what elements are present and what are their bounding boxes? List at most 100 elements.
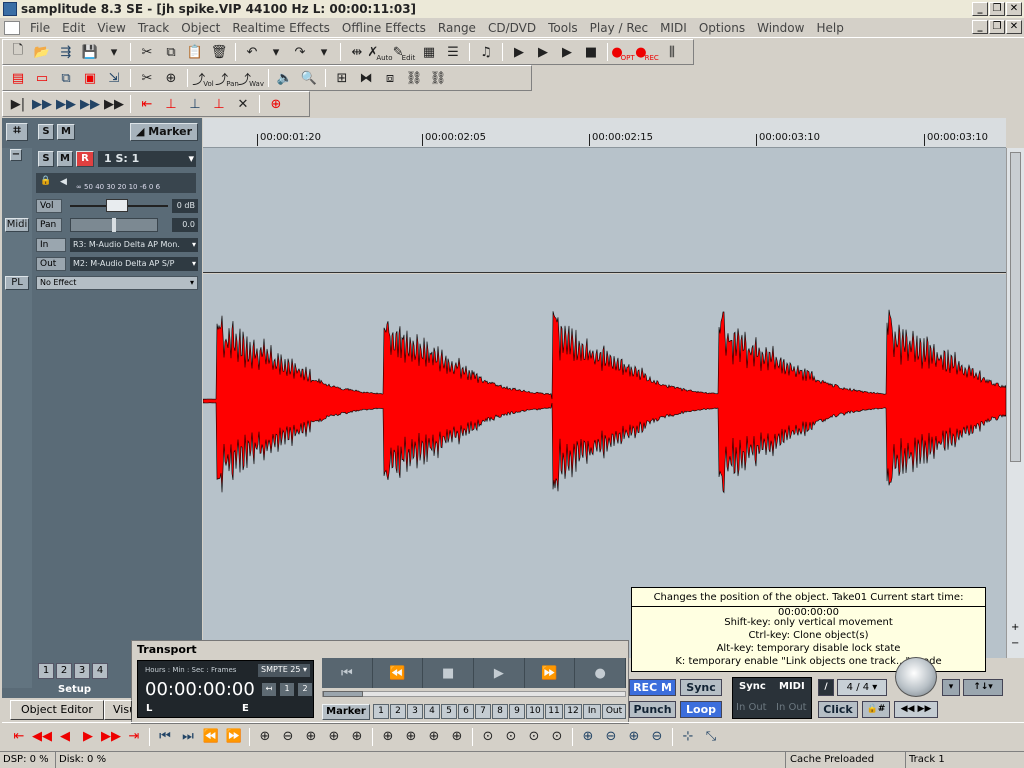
time-ruler[interactable]: 00:00:01:20 00:00:02:05 00:00:02:15 00:0…: [203, 118, 1006, 148]
track-name-box[interactable]: 1 S: 1 ▾: [98, 151, 196, 167]
zoom-1s-preset-icon[interactable]: ⊕: [377, 727, 399, 747]
midi-indicator[interactable]: MIDI: [779, 681, 805, 692]
copy-range-icon[interactable]: ⧉: [55, 68, 77, 88]
menu-object[interactable]: Object: [175, 21, 226, 35]
marker-1-button[interactable]: 1: [373, 704, 389, 719]
zoom-all-icon[interactable]: ⊕: [300, 727, 322, 747]
input-select[interactable]: R3: M-Audio Delta AP Mon. ▾: [70, 238, 198, 252]
zoom-60s-icon[interactable]: ⊕: [423, 727, 445, 747]
zoom-range-icon[interactable]: ⇲: [103, 68, 125, 88]
track-add-icon[interactable]: ⊹: [677, 727, 699, 747]
zoom-s3-icon[interactable]: ⊙: [523, 727, 545, 747]
marker-add-icon[interactable]: ⊕: [265, 94, 287, 114]
menu-cd-dvd[interactable]: CD/DVD: [482, 21, 542, 35]
stop-button[interactable]: ■: [423, 658, 475, 688]
play-sel-icon[interactable]: ▶: [556, 42, 578, 62]
vzoom-all-icon[interactable]: ⊕: [623, 727, 645, 747]
marker-2-button[interactable]: 2: [390, 704, 406, 719]
menu-realtime-effects[interactable]: Realtime Effects: [226, 21, 336, 35]
track-remove-icon[interactable]: ⤡: [700, 727, 722, 747]
jog-wheel[interactable]: [895, 657, 937, 697]
opt-icon[interactable]: ● OPT: [611, 42, 635, 63]
pan-value[interactable]: 0.0: [172, 218, 198, 232]
zoom-s1-icon[interactable]: ⊙: [477, 727, 499, 747]
redo-icon[interactable]: ↷: [289, 42, 311, 62]
marker-prev-icon[interactable]: ⏮: [154, 727, 176, 747]
document-icon[interactable]: [4, 20, 20, 35]
delete-icon[interactable]: 🗑: [208, 42, 230, 62]
scrub-icon[interactable]: 🔍: [298, 68, 320, 88]
loop-button[interactable]: Loop: [680, 701, 722, 718]
mdi-close-button[interactable]: ✕: [1006, 20, 1022, 34]
vertical-scrollbar[interactable]: + −: [1006, 148, 1024, 658]
grid-icon[interactable]: ▦: [418, 42, 440, 62]
play-icon[interactable]: ▶: [508, 42, 530, 62]
display-2-button[interactable]: 2: [298, 683, 312, 696]
goto-end-icon[interactable]: ⇥: [123, 727, 145, 747]
marker-9-button[interactable]: 9: [509, 704, 525, 719]
close-button[interactable]: ✕: [1006, 2, 1022, 16]
redo-dropdown-icon[interactable]: ▾: [313, 42, 335, 62]
fast-fwd-icon[interactable]: ▶▶: [103, 94, 125, 114]
zoom-1s-icon[interactable]: ⊕: [346, 727, 368, 747]
pan-slider-handle[interactable]: [112, 218, 116, 232]
step-back-icon[interactable]: ▶▶: [31, 94, 53, 114]
goto-start-icon[interactable]: ▶|: [7, 94, 29, 114]
edit-icon[interactable]: ✎ Edit: [393, 42, 416, 63]
output-select[interactable]: M2: M-Audio Delta AP S/P ▾: [70, 257, 198, 271]
step-icon[interactable]: ▶▶: [55, 94, 77, 114]
vzoom-in-icon[interactable]: ⊕: [577, 727, 599, 747]
in-marker-button[interactable]: In: [583, 704, 601, 719]
cut-icon[interactable]: ✂: [136, 42, 158, 62]
marker-6-button[interactable]: 6: [458, 704, 474, 719]
open-icon[interactable]: 📂: [31, 42, 53, 62]
display-1-button[interactable]: 1: [280, 683, 294, 696]
menu-offline-effects[interactable]: Offline Effects: [336, 21, 432, 35]
marker-5-button[interactable]: 5: [441, 704, 457, 719]
click-button[interactable]: Click: [818, 701, 858, 718]
grid-toggle-icon[interactable]: ⌗: [6, 123, 28, 141]
object-link-icon[interactable]: ⧓: [355, 68, 377, 88]
punch-button[interactable]: Punch: [629, 701, 676, 718]
zoom-in-icon[interactable]: ⊕: [254, 727, 276, 747]
marker-12-button[interactable]: 12: [564, 704, 582, 719]
marker-next-icon[interactable]: ⏭: [177, 727, 199, 747]
object-grid-icon[interactable]: ⊞: [331, 68, 353, 88]
wav-curve-icon[interactable]: ⤴ Wav: [238, 68, 264, 89]
position-slider[interactable]: [322, 691, 626, 697]
menu-file[interactable]: File: [24, 21, 56, 35]
save-dropdown-icon[interactable]: ▾: [103, 42, 125, 62]
mute-button[interactable]: M: [57, 151, 73, 167]
zoom-in-icon[interactable]: +: [1011, 622, 1019, 633]
goto-start-icon[interactable]: ⇤: [8, 727, 30, 747]
marker-transport-button[interactable]: Marker: [322, 704, 370, 720]
menu-range[interactable]: Range: [432, 21, 482, 35]
undo-dropdown-icon[interactable]: ▾: [265, 42, 287, 62]
lock-grid-button[interactable]: 🔒#: [862, 701, 890, 718]
auto-icon[interactable]: ✗ Auto: [367, 42, 392, 63]
restore-button[interactable]: ❐: [989, 2, 1005, 16]
marker-11-button[interactable]: 11: [545, 704, 563, 719]
rewind-button[interactable]: ⏪: [373, 658, 424, 688]
mdi-restore-button[interactable]: ❐: [989, 20, 1005, 34]
marker-3-button[interactable]: 3: [407, 704, 423, 719]
range-mark-icon[interactable]: ▣: [79, 68, 101, 88]
record-arm-button[interactable]: R: [76, 151, 94, 167]
marker-7-button[interactable]: 7: [475, 704, 491, 719]
paste-icon[interactable]: 📋: [184, 42, 206, 62]
range-icon[interactable]: ▭: [31, 68, 53, 88]
mute-all-button[interactable]: M: [57, 124, 75, 140]
track-size-arrows-icon[interactable]: ↑↓▾: [963, 679, 1003, 696]
fast-forward-icon[interactable]: ▶▶: [100, 727, 122, 747]
mixer-icon[interactable]: ⫼: [661, 42, 683, 62]
copy-icon[interactable]: ⧉: [160, 42, 182, 62]
prev-icon[interactable]: ◀: [54, 727, 76, 747]
setup-button-1[interactable]: 1: [38, 663, 54, 679]
time-display[interactable]: Hours : Min : Sec : Frames SMPTE 25 ▾ 00…: [137, 660, 314, 718]
goto-start-button[interactable]: ⏮: [322, 658, 373, 688]
midi-icon[interactable]: ♫: [475, 42, 497, 62]
marker-set-icon[interactable]: ⊥: [160, 94, 182, 114]
position-slider-handle[interactable]: [323, 691, 363, 697]
chain-icon[interactable]: ⛓: [403, 68, 425, 88]
undo-icon[interactable]: ↶: [241, 42, 263, 62]
